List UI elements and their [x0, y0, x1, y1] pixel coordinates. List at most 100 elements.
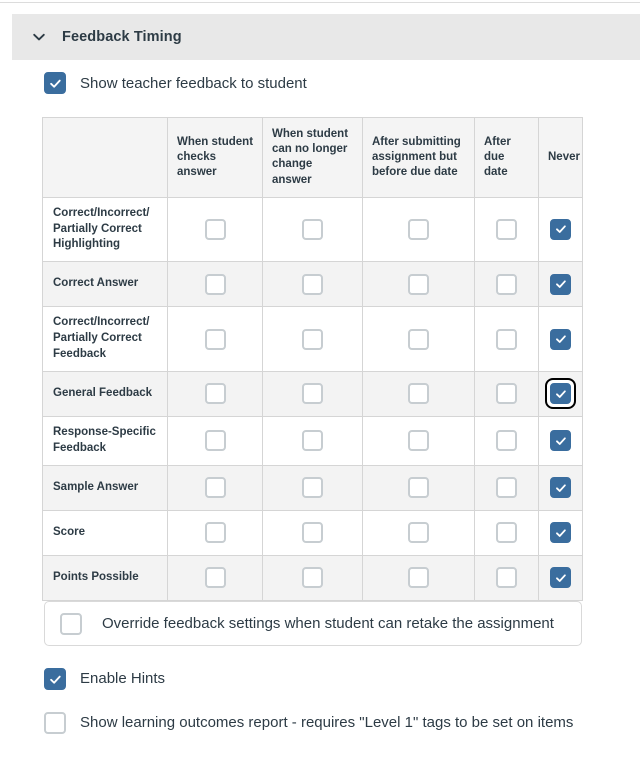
- override-feedback-settings-label: Override feedback settings when student …: [102, 615, 554, 632]
- enable-hints-row[interactable]: Enable Hints: [44, 667, 165, 690]
- feedback-checkbox-r2-c0[interactable]: [204, 328, 226, 350]
- feedback-checkbox-r7-c4[interactable]: [550, 567, 571, 589]
- feedback-checkbox-r2-c1[interactable]: [302, 328, 323, 350]
- feedback-checkbox-r3-c0[interactable]: [204, 383, 226, 405]
- row-label: Response-Specific Feedback: [42, 415, 168, 466]
- show-teacher-feedback-checkbox[interactable]: [44, 72, 66, 94]
- checkbox-cell: [363, 317, 474, 361]
- checkbox-cell: [363, 262, 474, 306]
- checkbox-cell: [168, 466, 262, 510]
- checkbox-cell: [168, 372, 262, 416]
- table-row: Correct Answer: [42, 261, 583, 308]
- feedback-checkbox-r3-c3[interactable]: [496, 383, 517, 405]
- feedback-checkbox-r4-c2[interactable]: [408, 430, 429, 452]
- table-cell: [167, 554, 263, 601]
- checkbox-cell: [263, 556, 362, 600]
- feedback-checkbox-r1-c0[interactable]: [204, 273, 226, 295]
- row-label: Correct/Incorrect/ Partially Correct Hig…: [42, 196, 168, 263]
- feedback-checkbox-r3-c2[interactable]: [408, 383, 429, 405]
- feedback-checkbox-r2-c3[interactable]: [496, 328, 517, 350]
- column-header-after-due-date: After due date: [474, 117, 539, 198]
- checkbox-cell: [263, 419, 362, 463]
- feedback-checkbox-r7-c1[interactable]: [302, 567, 323, 589]
- learning-outcomes-report-checkbox[interactable]: [44, 712, 66, 734]
- feedback-checkbox-r2-c4[interactable]: [550, 328, 571, 350]
- column-header-when-student-can-no-longer-change-answer: When student can no longer change answer: [262, 117, 363, 198]
- checkbox-cell: [363, 372, 474, 416]
- feedback-checkbox-r0-c2[interactable]: [408, 218, 429, 240]
- column-header-when-student-checks-answer: When student checks answer: [167, 117, 263, 198]
- feedback-checkbox-r6-c0[interactable]: [204, 522, 226, 544]
- feedback-checkbox-r0-c1[interactable]: [302, 218, 323, 240]
- checkbox-cell: [263, 262, 362, 306]
- feedback-checkbox-r1-c4[interactable]: [550, 273, 571, 295]
- override-feedback-settings-checkbox[interactable]: [60, 612, 82, 635]
- feedback-checkbox-r7-c2[interactable]: [408, 567, 429, 589]
- checkbox-cell: [539, 207, 582, 251]
- feedback-checkbox-r5-c3[interactable]: [496, 477, 517, 499]
- feedback-checkbox-r6-c3[interactable]: [496, 522, 517, 544]
- enable-hints-label: Enable Hints: [80, 670, 166, 687]
- row-label: Sample Answer: [42, 464, 168, 511]
- section-title: Feedback Timing: [62, 29, 182, 45]
- chevron-down-icon[interactable]: [30, 28, 48, 46]
- table-cell: [474, 261, 539, 308]
- table-cell: [167, 261, 263, 308]
- feedback-checkbox-r1-c3[interactable]: [496, 273, 517, 295]
- table-row: Correct/Incorrect/ Partially Correct Fee…: [42, 306, 583, 372]
- feedback-checkbox-r2-c2[interactable]: [408, 328, 429, 350]
- column-header-never: Never: [538, 117, 583, 198]
- override-feedback-settings-row[interactable]: Override feedback settings when student …: [44, 601, 582, 646]
- feedback-checkbox-r5-c4[interactable]: [550, 477, 571, 499]
- table-cell: [538, 554, 583, 601]
- table-header-row: When student checks answer When student …: [42, 117, 583, 198]
- feedback-checkbox-r3-c4[interactable]: [550, 383, 571, 405]
- feedback-checkbox-r4-c1[interactable]: [302, 430, 323, 452]
- feedback-checkbox-r0-c3[interactable]: [496, 218, 517, 240]
- checkbox-cell: [475, 556, 538, 600]
- table-cell: [262, 464, 363, 511]
- table-row: Score: [42, 509, 583, 556]
- table-row: Sample Answer: [42, 464, 583, 511]
- table-cell: [538, 196, 583, 263]
- learning-outcomes-report-row[interactable]: Show learning outcomes report - requires…: [44, 711, 574, 734]
- checkbox-cell: [168, 317, 262, 361]
- table-cell: [474, 464, 539, 511]
- table-row: Response-Specific Feedback: [42, 415, 583, 466]
- table-cell: [167, 464, 263, 511]
- enable-hints-checkbox[interactable]: [44, 668, 66, 690]
- table-cell: [362, 509, 475, 556]
- feedback-checkbox-r0-c0[interactable]: [204, 218, 226, 240]
- feedback-timing-section-header[interactable]: Feedback Timing: [12, 14, 640, 60]
- table-cell: [167, 196, 263, 263]
- checkbox-cell: [363, 511, 474, 555]
- feedback-checkbox-r6-c2[interactable]: [408, 522, 429, 544]
- feedback-checkbox-r0-c4[interactable]: [550, 218, 571, 240]
- feedback-checkbox-r5-c2[interactable]: [408, 477, 429, 499]
- feedback-checkbox-r7-c3[interactable]: [496, 567, 517, 589]
- checkbox-cell: [475, 511, 538, 555]
- checkbox-cell: [263, 466, 362, 510]
- checkbox-cell: [263, 372, 362, 416]
- feedback-checkbox-r5-c0[interactable]: [204, 477, 226, 499]
- feedback-checkbox-r1-c1[interactable]: [302, 273, 323, 295]
- feedback-checkbox-r7-c0[interactable]: [204, 567, 226, 589]
- checkbox-cell: [539, 556, 582, 600]
- show-teacher-feedback-row[interactable]: Show teacher feedback to student: [44, 72, 307, 94]
- feedback-checkbox-r6-c4[interactable]: [550, 522, 571, 544]
- feedback-checkbox-r3-c1[interactable]: [302, 383, 323, 405]
- checkbox-cell: [263, 207, 362, 251]
- feedback-checkbox-r6-c1[interactable]: [302, 522, 323, 544]
- feedback-checkbox-r4-c4[interactable]: [550, 430, 571, 452]
- checkbox-cell: [475, 207, 538, 251]
- table-cell: [167, 370, 263, 417]
- checkbox-cell: [168, 419, 262, 463]
- feedback-checkbox-r5-c1[interactable]: [302, 477, 323, 499]
- table-cell: [538, 261, 583, 308]
- table-cell: [262, 415, 363, 466]
- feedback-checkbox-r4-c0[interactable]: [204, 430, 226, 452]
- feedback-checkbox-r1-c2[interactable]: [408, 273, 429, 295]
- feedback-checkbox-r4-c3[interactable]: [496, 430, 517, 452]
- column-header-after-submitting-assignment-but-before-due-date: After submitting assignment but before d…: [362, 117, 475, 198]
- table-cell: [167, 306, 263, 372]
